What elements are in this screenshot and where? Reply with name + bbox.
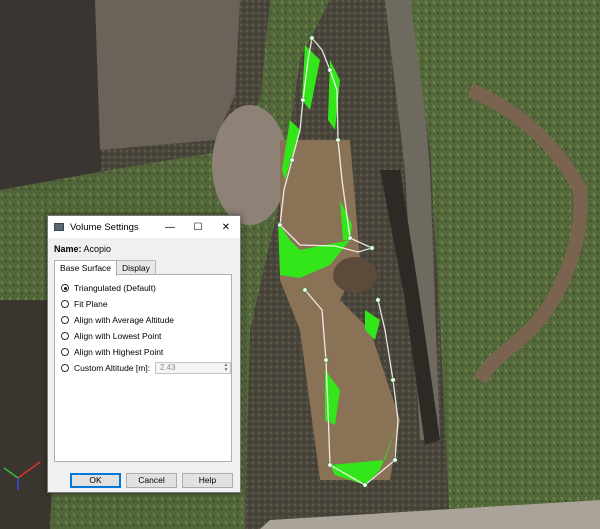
option-label: Triangulated (Default): [74, 283, 156, 293]
tab-display[interactable]: Display: [116, 260, 156, 275]
custom-altitude-value: 2.43: [160, 363, 176, 372]
dialog-titlebar[interactable]: Volume Settings — ☐ ✕: [48, 216, 240, 239]
minimize-icon[interactable]: —: [156, 216, 184, 238]
ok-button[interactable]: OK: [70, 473, 121, 488]
dirt-pile: [333, 257, 377, 293]
spin-arrows-icon[interactable]: ▲ ▼: [222, 363, 230, 373]
radio-button[interactable]: [61, 348, 69, 356]
option-label: Fit Plane: [74, 299, 108, 309]
option-lowest-point[interactable]: Align with Lowest Point: [61, 331, 161, 341]
help-button[interactable]: Help: [182, 473, 233, 488]
option-label: Custom Altitude [m]:: [74, 363, 151, 373]
option-fit-plane[interactable]: Fit Plane: [61, 299, 108, 309]
name-label: Name:: [54, 244, 82, 254]
option-label: Align with Lowest Point: [74, 331, 162, 341]
option-average-altitude[interactable]: Align with Average Altitude: [61, 315, 174, 325]
app-window-icon: [54, 223, 64, 231]
radio-button[interactable]: [61, 332, 69, 340]
option-label: Align with Highest Point: [74, 347, 164, 357]
radio-button[interactable]: [61, 316, 69, 324]
custom-altitude-spinbox[interactable]: 2.43 ▲ ▼: [155, 362, 231, 374]
radio-button[interactable]: [61, 300, 69, 308]
option-triangulated[interactable]: Triangulated (Default): [61, 283, 156, 293]
cancel-button[interactable]: Cancel: [126, 473, 177, 488]
radio-button[interactable]: [61, 364, 69, 372]
maximize-icon[interactable]: ☐: [184, 216, 212, 238]
name-row: Name: Acopio: [54, 244, 111, 254]
option-custom-altitude[interactable]: Custom Altitude [m]: 2.43 ▲ ▼: [61, 362, 231, 374]
tab-bar: Base Surface Display: [54, 260, 156, 276]
base-surface-panel: Triangulated (Default) Fit Plane Align w…: [54, 274, 232, 462]
field-dark-left: [0, 0, 110, 200]
dialog-title: Volume Settings: [70, 221, 139, 233]
volume-settings-dialog: Volume Settings — ☐ ✕ Name: Acopio Base …: [47, 215, 241, 493]
bare-patch: [212, 105, 288, 225]
tab-base-surface[interactable]: Base Surface: [54, 260, 118, 276]
option-label: Align with Average Altitude: [74, 315, 175, 325]
name-value: Acopio: [83, 244, 112, 254]
radio-button-selected[interactable]: [61, 284, 69, 292]
option-highest-point[interactable]: Align with Highest Point: [61, 347, 163, 357]
close-icon[interactable]: ✕: [212, 216, 240, 238]
field-top: [95, 0, 240, 150]
